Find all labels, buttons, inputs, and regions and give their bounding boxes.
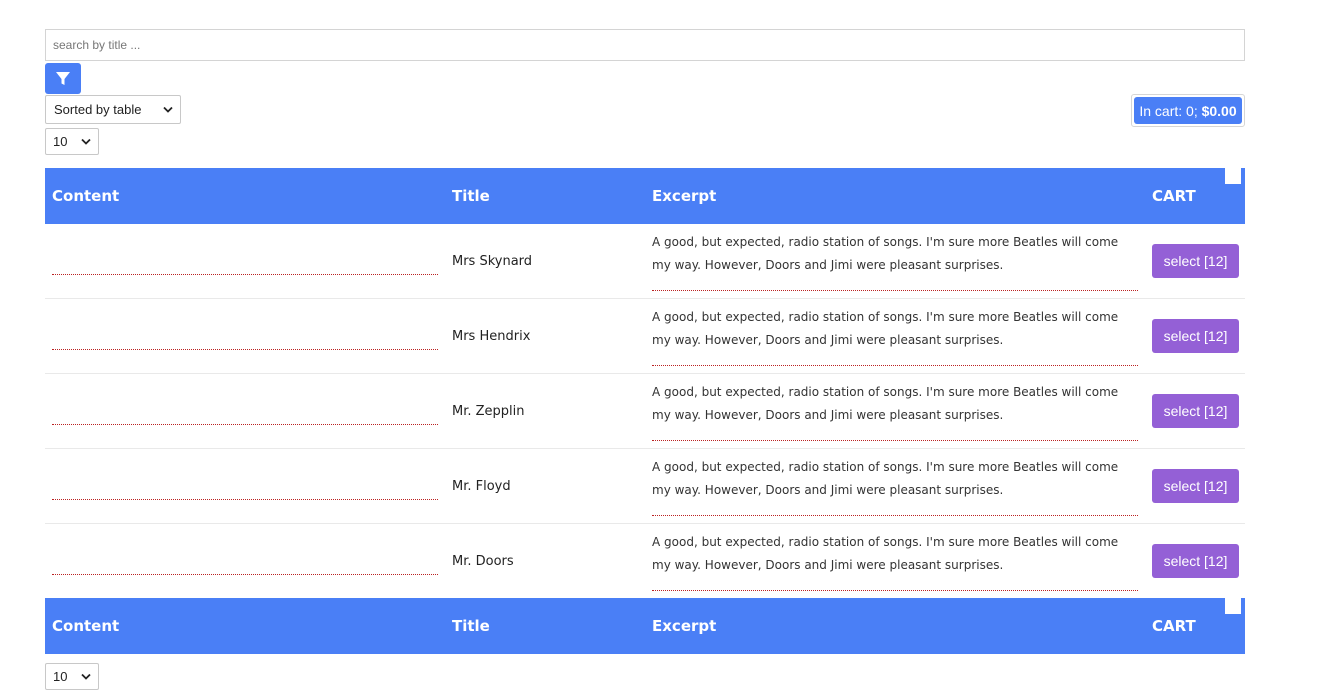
footer-content[interactable]: Content [52, 598, 119, 654]
footer-cart[interactable]: CART [1152, 598, 1196, 654]
select-button[interactable]: select [12] [1152, 544, 1239, 578]
content-cell [52, 274, 438, 275]
content-cell [52, 574, 438, 575]
footer-excerpt[interactable]: Excerpt [652, 598, 716, 654]
header-title[interactable]: Title [452, 168, 490, 224]
select-button[interactable]: select [12] [1152, 469, 1239, 503]
content-cell [52, 349, 438, 350]
cart-summary-badge: In cart: 0; $0.00 [1134, 97, 1242, 124]
excerpt-cell: A good, but expected, radio station of s… [652, 460, 1119, 497]
sort-select[interactable]: Sorted by table [45, 95, 181, 124]
search-input[interactable] [45, 29, 1245, 61]
table-row: Mrs Skynard A good, but expected, radio … [45, 224, 1245, 299]
table-header: Content Title Excerpt CART [45, 168, 1245, 224]
per-page-select-top[interactable]: 10 [45, 128, 99, 155]
per-page-value: 10 [53, 669, 68, 684]
select-button[interactable]: select [12] [1152, 319, 1239, 353]
select-button[interactable]: select [12] [1152, 394, 1239, 428]
excerpt-underline [652, 290, 1138, 291]
table-footer: Content Title Excerpt CART [45, 598, 1245, 654]
title-cell: Mr. Zepplin [452, 404, 525, 419]
title-cell: Mrs Hendrix [452, 329, 531, 344]
excerpt-underline [652, 440, 1138, 441]
chevron-down-icon [81, 673, 91, 680]
select-button[interactable]: select [12] [1152, 244, 1239, 278]
header-content[interactable]: Content [52, 168, 119, 224]
title-cell: Mr. Floyd [452, 479, 511, 494]
excerpt-underline [652, 590, 1138, 591]
content-cell [52, 499, 438, 500]
table-row: Mrs Hendrix A good, but expected, radio … [45, 299, 1245, 374]
per-page-select-bottom[interactable]: 10 [45, 663, 99, 690]
cart-total: $0.00 [1201, 102, 1237, 119]
title-cell: Mrs Skynard [452, 254, 533, 269]
table-row: Mr. Floyd A good, but expected, radio st… [45, 449, 1245, 524]
footer-title[interactable]: Title [452, 598, 490, 654]
header-excerpt[interactable]: Excerpt [652, 168, 716, 224]
chevron-down-icon [163, 106, 173, 113]
excerpt-cell: A good, but expected, radio station of s… [652, 385, 1119, 422]
cart-summary[interactable]: In cart: 0; $0.00 [1131, 94, 1245, 127]
filter-button[interactable] [45, 63, 81, 94]
excerpt-underline [652, 365, 1138, 366]
per-page-value: 10 [53, 134, 68, 149]
filter-icon [56, 71, 70, 85]
table-row: Mr. Zepplin A good, but expected, radio … [45, 374, 1245, 449]
table-row: Mr. Doors A good, but expected, radio st… [45, 524, 1245, 599]
excerpt-cell: A good, but expected, radio station of s… [652, 310, 1119, 347]
content-cell [52, 424, 438, 425]
header-cart[interactable]: CART [1152, 168, 1196, 224]
excerpt-underline [652, 515, 1138, 516]
cart-count-label: In cart: 0; [1139, 102, 1202, 119]
excerpt-cell: A good, but expected, radio station of s… [652, 235, 1119, 272]
sort-select-value: Sorted by table [54, 102, 142, 117]
title-cell: Mr. Doors [452, 554, 514, 569]
select-all-checkbox[interactable] [1225, 168, 1241, 184]
select-all-checkbox-footer[interactable] [1225, 598, 1241, 614]
excerpt-cell: A good, but expected, radio station of s… [652, 535, 1119, 572]
chevron-down-icon [81, 138, 91, 145]
